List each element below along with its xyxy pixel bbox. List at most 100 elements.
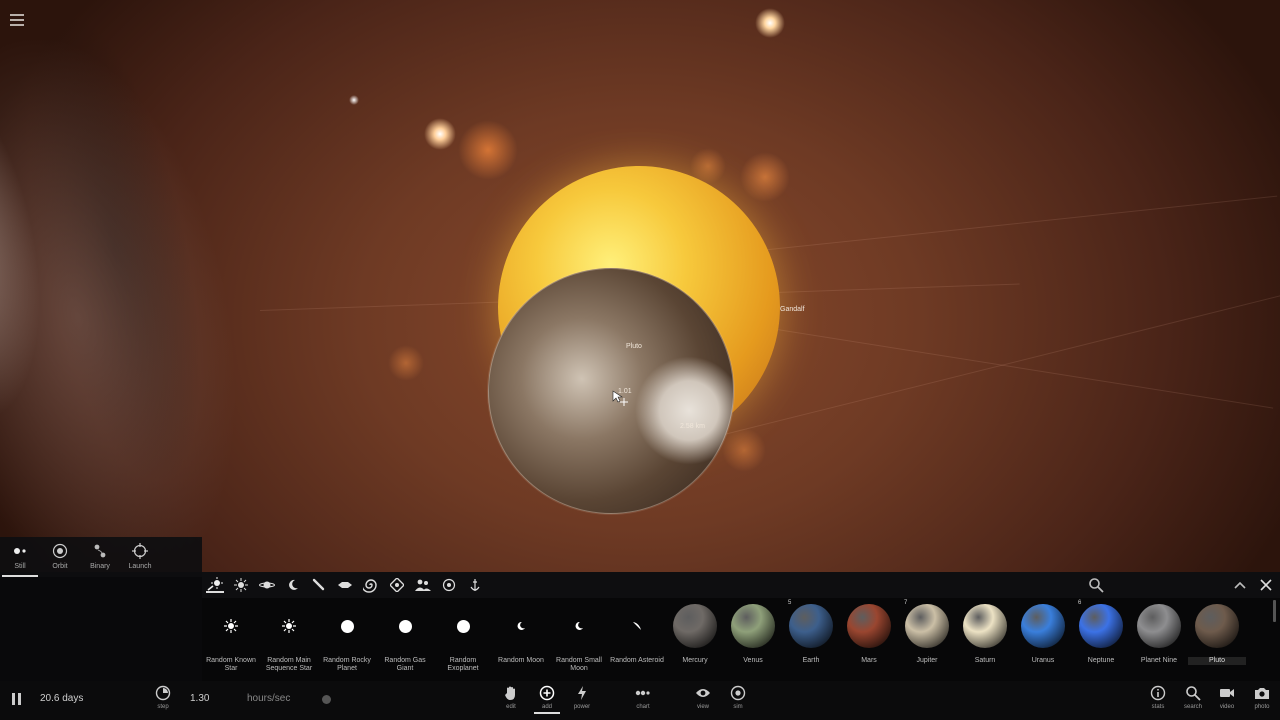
object-item[interactable]: Random Small Moon bbox=[550, 598, 608, 678]
distant-star bbox=[349, 95, 359, 105]
tool-label: view bbox=[696, 704, 709, 710]
object-item[interactable]: Saturn bbox=[956, 598, 1014, 678]
object-item[interactable]: Random Asteroid bbox=[608, 598, 666, 678]
pause-icon[interactable] bbox=[11, 692, 23, 706]
mode-tab-binary[interactable]: Binary bbox=[80, 537, 120, 577]
step-button[interactable]: step bbox=[150, 685, 176, 710]
power-icon bbox=[569, 685, 595, 701]
stats-tool-button[interactable]: stats bbox=[1145, 685, 1171, 710]
star-icon bbox=[267, 604, 311, 648]
moon-category-icon[interactable] bbox=[284, 577, 302, 593]
object-item[interactable]: Venus bbox=[724, 598, 782, 678]
moon-icon bbox=[499, 604, 543, 648]
comet-category-icon[interactable] bbox=[310, 577, 328, 593]
close-icon[interactable] bbox=[1258, 577, 1274, 593]
mode-options-panel bbox=[0, 577, 202, 681]
planet-thumbnail bbox=[731, 604, 775, 648]
planet-category-icon[interactable] bbox=[258, 577, 276, 593]
stars-category-icon[interactable] bbox=[206, 577, 224, 593]
planet-sphere bbox=[847, 604, 891, 648]
object-list: Random Known Star Random Main Sequence St… bbox=[202, 598, 1272, 681]
hand-icon bbox=[498, 685, 524, 701]
edit-tool-button[interactable]: edit bbox=[498, 685, 524, 710]
object-item-label: Neptune bbox=[1087, 657, 1115, 664]
moon-count-badge: 6 bbox=[1078, 600, 1082, 606]
add-tool-button[interactable]: add bbox=[534, 685, 560, 714]
mode-tab-still[interactable]: Still bbox=[0, 537, 40, 577]
planet-thumbnail bbox=[1079, 604, 1123, 648]
step-label: step bbox=[157, 704, 169, 710]
anchor-category-icon[interactable] bbox=[466, 577, 484, 593]
time-rate-value[interactable]: 1.30 bbox=[190, 693, 209, 704]
mode-tab-launch[interactable]: Launch bbox=[120, 537, 160, 577]
ring-category-icon[interactable] bbox=[388, 577, 406, 593]
star-label[interactable]: Gandalf bbox=[780, 306, 805, 313]
add-icon bbox=[534, 685, 560, 701]
object-item[interactable]: Uranus bbox=[1014, 598, 1072, 678]
object-item[interactable]: 7 Jupiter bbox=[898, 598, 956, 678]
people-category-icon[interactable] bbox=[414, 577, 432, 593]
galaxy-category-icon[interactable] bbox=[362, 577, 380, 593]
tool-label: sim bbox=[733, 704, 743, 710]
power-tool-button[interactable]: power bbox=[569, 685, 595, 710]
tool-label: add bbox=[541, 704, 552, 710]
moon-label[interactable]: Pluto bbox=[626, 343, 642, 350]
time-rate-slider-knob[interactable] bbox=[322, 695, 331, 704]
video-tool-button[interactable]: video bbox=[1214, 685, 1240, 710]
search-tool-button[interactable]: search bbox=[1180, 685, 1206, 710]
search-icon[interactable] bbox=[1088, 577, 1104, 593]
chart-tool-button[interactable]: chart bbox=[630, 685, 656, 710]
planet-sphere bbox=[1137, 604, 1181, 648]
object-item-label: Planet Nine bbox=[1140, 657, 1178, 664]
search-icon bbox=[1180, 685, 1206, 701]
time-rate-unit[interactable]: hours/sec bbox=[247, 693, 290, 704]
object-item[interactable]: Random Main Sequence Star bbox=[260, 598, 318, 678]
list-scrollbar[interactable] bbox=[1273, 600, 1276, 622]
object-item-label: Pluto bbox=[1188, 657, 1246, 665]
object-item[interactable]: Random Known Star bbox=[202, 598, 260, 678]
moon-icon bbox=[557, 604, 601, 648]
step-icon bbox=[150, 685, 176, 701]
bottom-toolbar: 20.6 days step 1.30 hours/sec edit add pow… bbox=[0, 681, 1280, 720]
object-item[interactable]: Mars bbox=[840, 598, 898, 678]
photo-tool-button[interactable]: photo bbox=[1249, 685, 1275, 710]
view-tool-button[interactable]: view bbox=[690, 685, 716, 710]
space-viewport[interactable]: Gandalf Pluto 1.01 2.58 km bbox=[0, 0, 1280, 572]
object-item[interactable]: Random Moon bbox=[492, 598, 550, 678]
object-item-label: Random Asteroid bbox=[610, 657, 664, 664]
planet-sphere bbox=[963, 604, 1007, 648]
star-icon bbox=[209, 604, 253, 648]
distant-star bbox=[424, 118, 456, 150]
category-bar bbox=[202, 572, 1280, 598]
video-icon bbox=[1214, 685, 1240, 701]
sun-category-icon[interactable] bbox=[232, 577, 250, 593]
tool-label: video bbox=[1219, 704, 1235, 710]
object-item-label: Venus bbox=[743, 657, 763, 664]
sandbox-category-icon[interactable] bbox=[440, 577, 458, 593]
object-item[interactable]: Planet Nine bbox=[1130, 598, 1188, 678]
spaceship-category-icon[interactable] bbox=[336, 577, 354, 593]
object-item[interactable]: Mercury bbox=[666, 598, 724, 678]
planet-icon bbox=[383, 604, 427, 648]
launch-icon bbox=[120, 543, 160, 559]
planet-thumbnail bbox=[963, 604, 1007, 648]
object-browser: Random Known Star Random Main Sequence St… bbox=[202, 572, 1280, 681]
chevron-up-icon[interactable] bbox=[1232, 577, 1248, 593]
mode-tab-orbit[interactable]: Orbit bbox=[40, 537, 80, 577]
binary-icon bbox=[80, 543, 120, 559]
tool-label: edit bbox=[506, 704, 516, 710]
object-item[interactable]: Random Exoplanet bbox=[434, 598, 492, 678]
sim-tool-button[interactable]: sim bbox=[725, 685, 751, 710]
object-item-label: Random Main Sequence Star bbox=[265, 657, 313, 672]
grid-line bbox=[719, 320, 1274, 409]
object-item[interactable]: Random Rocky Planet bbox=[318, 598, 376, 678]
chart-icon bbox=[630, 685, 656, 701]
planet-icon bbox=[441, 604, 485, 648]
main-menu-icon[interactable] bbox=[10, 14, 24, 26]
object-item[interactable]: Pluto bbox=[1188, 598, 1246, 678]
object-item[interactable]: Random Gas Giant bbox=[376, 598, 434, 678]
object-item[interactable]: 5 Earth bbox=[782, 598, 840, 678]
moon-body[interactable] bbox=[488, 268, 734, 514]
object-item-label: Random Small Moon bbox=[556, 657, 602, 672]
object-item[interactable]: 6 Neptune bbox=[1072, 598, 1130, 678]
